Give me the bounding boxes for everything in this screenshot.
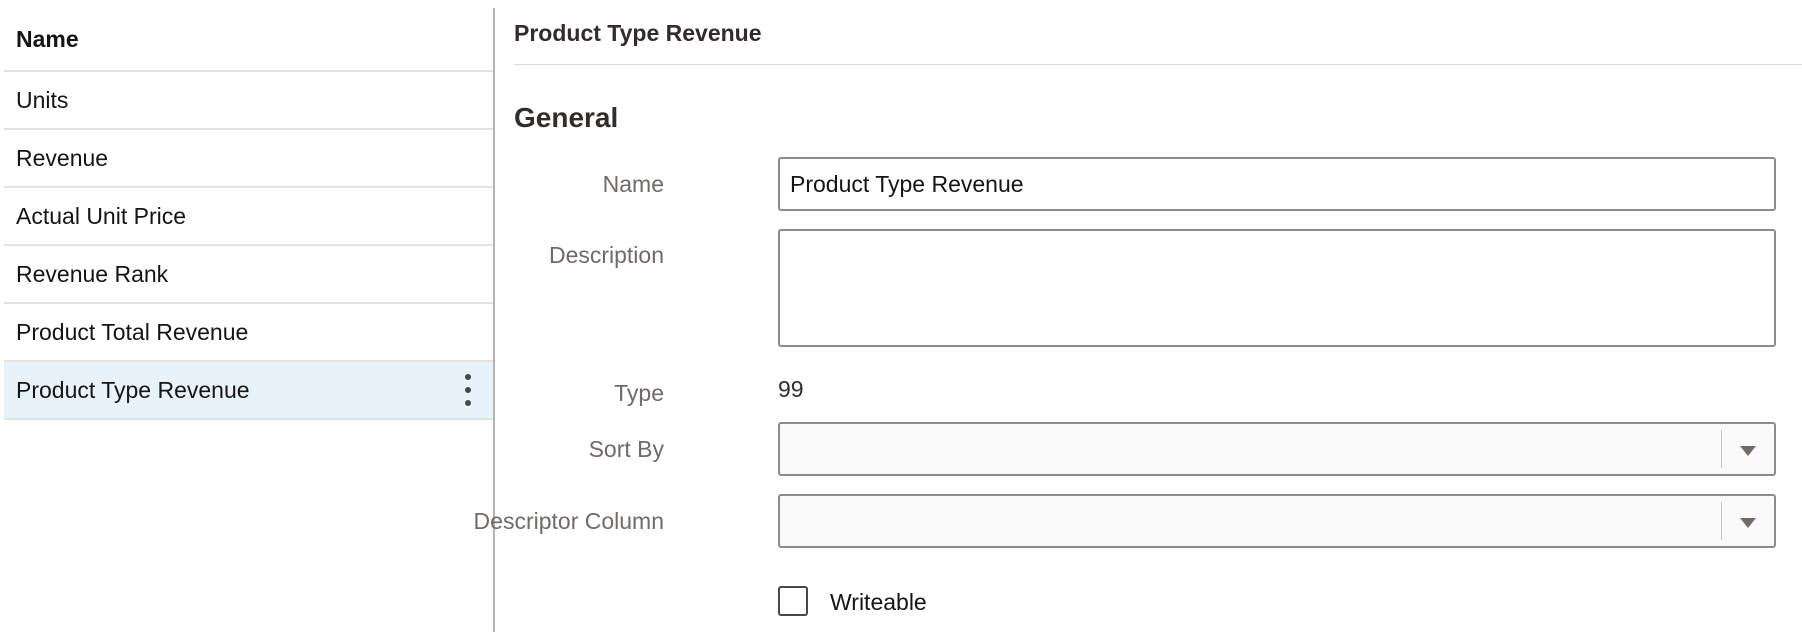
writeable-label[interactable]: Writeable	[830, 589, 927, 616]
app-root: Name Units Revenue Actual Unit Price Rev…	[0, 0, 1802, 632]
list-item-label: Units	[16, 86, 69, 113]
list-item-label: Revenue Rank	[16, 260, 169, 287]
title-divider	[514, 64, 1802, 65]
descriptor-column-label: Descriptor Column	[473, 508, 664, 534]
select-divider	[1721, 430, 1722, 468]
list-item-selected[interactable]: Product Type Revenue	[4, 362, 494, 420]
detail-title: Product Type Revenue	[514, 20, 762, 46]
sort-by-select[interactable]	[778, 422, 1776, 476]
list-item[interactable]: Revenue Rank	[4, 246, 494, 304]
kebab-menu-icon[interactable]	[464, 374, 472, 406]
list-item-label: Product Total Revenue	[16, 318, 249, 345]
pane-splitter[interactable]	[493, 8, 495, 632]
list-item[interactable]: Actual Unit Price	[4, 188, 494, 246]
list-item-label: Actual Unit Price	[16, 202, 187, 229]
description-label: Description	[548, 242, 664, 268]
list-item[interactable]: Revenue	[4, 130, 494, 188]
name-input[interactable]	[778, 157, 1776, 211]
name-label: Name	[602, 171, 664, 197]
detail-pane: Product Type Revenue General Name Descri…	[474, 0, 1802, 632]
section-title-general: General	[514, 102, 619, 133]
descriptor-column-select[interactable]	[778, 494, 1776, 548]
type-label: Type	[614, 380, 664, 406]
list-item[interactable]: Product Total Revenue	[4, 304, 494, 362]
select-divider	[1721, 502, 1722, 540]
writeable-checkbox[interactable]	[778, 586, 808, 616]
chevron-down-icon[interactable]	[1740, 518, 1756, 528]
description-textarea[interactable]	[778, 229, 1776, 347]
list-header-name[interactable]: Name	[4, 0, 494, 72]
list-item-label: Revenue	[16, 144, 109, 171]
list-item[interactable]: Units	[4, 72, 494, 130]
type-value: 99	[778, 376, 804, 402]
measures-list: Name Units Revenue Actual Unit Price Rev…	[4, 0, 494, 632]
sort-by-label: Sort By	[588, 436, 664, 462]
list-item-label: Product Type Revenue	[16, 376, 250, 403]
chevron-down-icon[interactable]	[1740, 446, 1756, 456]
